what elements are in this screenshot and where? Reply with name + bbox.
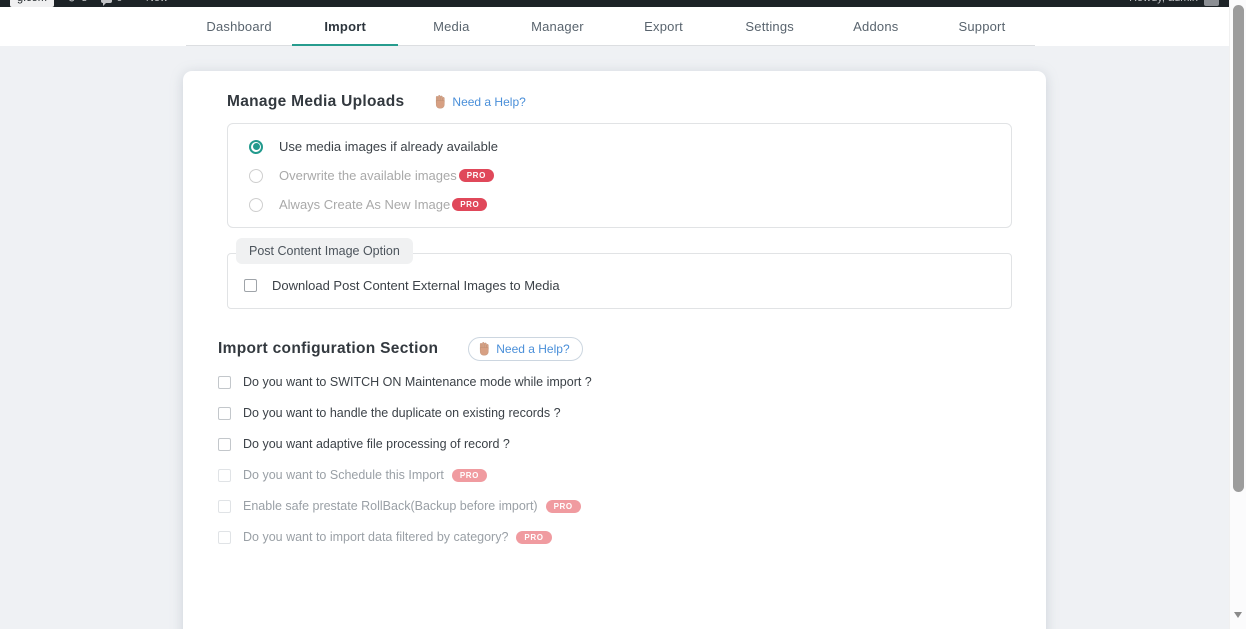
checkbox-label: Do you want to import data filtered by c… xyxy=(243,530,508,544)
post-content-image-option-group: Post Content Image Option Download Post … xyxy=(227,238,1012,309)
pro-badge: PRO xyxy=(459,169,494,182)
tab-import[interactable]: Import xyxy=(292,7,398,45)
hand-icon xyxy=(434,95,446,109)
checkbox-label: Do you want to Schedule this Import xyxy=(243,468,444,482)
download-external-images-checkbox[interactable] xyxy=(244,279,257,292)
rollback-checkbox xyxy=(218,500,231,513)
import-config-title: Import configuration Section xyxy=(218,340,438,358)
plugin-tabs: Dashboard Import Media Manager Export Se… xyxy=(186,7,1035,46)
import-config-head: Import configuration Section Need a Help… xyxy=(218,337,1012,361)
import-config-checklist: Do you want to SWITCH ON Maintenance mod… xyxy=(218,375,1012,544)
radio-row-always-create-new: Always Create As New Image PRO xyxy=(228,190,1011,219)
radio-label: Overwrite the available images xyxy=(279,168,457,183)
filter-by-category-checkbox xyxy=(218,531,231,544)
tab-support[interactable]: Support xyxy=(929,7,1035,45)
filter-by-category-row: Do you want to import data filtered by c… xyxy=(218,530,1012,544)
maintenance-mode-row[interactable]: Do you want to SWITCH ON Maintenance mod… xyxy=(218,375,1012,389)
post-content-box-label: Post Content Image Option xyxy=(236,238,413,264)
admin-bar-updates[interactable]: ⟳ 3 xyxy=(68,0,87,5)
media-help-link[interactable]: Need a Help? xyxy=(434,95,525,109)
import-settings-card: Manage Media Uploads Need a Help? Use me… xyxy=(183,71,1046,629)
media-section-title: Manage Media Uploads xyxy=(227,93,404,111)
media-section-head: Manage Media Uploads Need a Help? xyxy=(227,93,1012,111)
import-config-section: Import configuration Section Need a Help… xyxy=(218,337,1012,544)
scroll-down-arrow-icon[interactable] xyxy=(1234,612,1242,622)
radio-label: Use media images if already available xyxy=(279,139,498,154)
radio-selected-icon[interactable] xyxy=(249,140,263,154)
checkbox-label: Download Post Content External Images to… xyxy=(272,278,560,293)
radio-label: Always Create As New Image xyxy=(279,197,450,212)
comments-count: 0 xyxy=(116,0,122,4)
admin-bar-new-button[interactable]: + New xyxy=(136,0,168,4)
scrollbar-thumb[interactable] xyxy=(1233,5,1244,492)
plugin-nav-header: Dashboard Import Media Manager Export Se… xyxy=(0,7,1229,46)
tab-dashboard[interactable]: Dashboard xyxy=(186,7,292,45)
checkbox-label: Do you want to SWITCH ON Maintenance mod… xyxy=(243,375,592,389)
pro-badge: PRO xyxy=(546,500,581,513)
maintenance-mode-checkbox[interactable] xyxy=(218,376,231,389)
comments-icon xyxy=(101,0,112,3)
media-help-label: Need a Help? xyxy=(452,95,525,109)
schedule-import-checkbox xyxy=(218,469,231,482)
hand-icon xyxy=(478,342,490,356)
import-config-help-button[interactable]: Need a Help? xyxy=(468,337,582,361)
adaptive-processing-row[interactable]: Do you want adaptive file processing of … xyxy=(218,437,1012,451)
admin-bar-howdy[interactable]: Howdy, admin xyxy=(1129,0,1198,4)
adaptive-processing-checkbox[interactable] xyxy=(218,438,231,451)
checkbox-label: Enable safe prestate RollBack(Backup bef… xyxy=(243,499,538,513)
tab-addons[interactable]: Addons xyxy=(823,7,929,45)
radio-unselected-icon xyxy=(249,169,263,183)
tab-media[interactable]: Media xyxy=(398,7,504,45)
radio-row-use-media-images[interactable]: Use media images if already available xyxy=(228,132,1011,161)
updates-count: 3 xyxy=(81,0,87,4)
import-config-help-label: Need a Help? xyxy=(496,342,569,356)
checkbox-label: Do you want to handle the duplicate on e… xyxy=(243,406,561,420)
media-options-box: Use media images if already available Ov… xyxy=(227,123,1012,228)
pro-badge: PRO xyxy=(452,469,487,482)
tab-settings[interactable]: Settings xyxy=(717,7,823,45)
tab-manager[interactable]: Manager xyxy=(504,7,610,45)
pro-badge: PRO xyxy=(452,198,487,211)
tab-export[interactable]: Export xyxy=(611,7,717,45)
rollback-row: Enable safe prestate RollBack(Backup bef… xyxy=(218,499,1012,513)
checkbox-label: Do you want adaptive file processing of … xyxy=(243,437,510,451)
admin-bar-comments[interactable]: 0 xyxy=(101,0,122,4)
radio-unselected-icon xyxy=(249,198,263,212)
pro-badge: PRO xyxy=(516,531,551,544)
wp-admin-bar: g.com ⟳ 3 0 + New Howdy, admin xyxy=(0,0,1229,7)
admin-bar-site-link[interactable]: g.com xyxy=(10,0,54,7)
handle-duplicate-row[interactable]: Do you want to handle the duplicate on e… xyxy=(218,406,1012,420)
updates-icon: ⟳ xyxy=(68,0,77,5)
avatar xyxy=(1204,0,1219,6)
page-scrollbar[interactable] xyxy=(1229,0,1246,629)
handle-duplicate-checkbox[interactable] xyxy=(218,407,231,420)
schedule-import-row: Do you want to Schedule this Import PRO xyxy=(218,468,1012,482)
download-external-images-row[interactable]: Download Post Content External Images to… xyxy=(244,278,1011,293)
radio-row-overwrite-images: Overwrite the available images PRO xyxy=(228,161,1011,190)
